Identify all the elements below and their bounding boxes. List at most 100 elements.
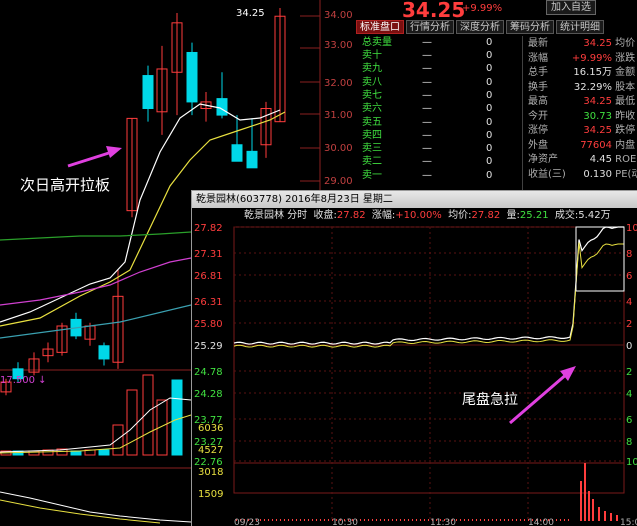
info-qty: 25.21 — [519, 210, 549, 221]
vol-ma-line — [0, 414, 192, 454]
volume-tick: 1509 — [198, 489, 223, 500]
volume-bar — [424, 519, 425, 521]
pct-tick: 2 — [626, 319, 632, 330]
stat-row: 涨幅 +9.99% 涨跌 — [528, 52, 636, 64]
tab-depth-analysis[interactable]: 深度分析 — [456, 20, 504, 34]
volume-bar — [126, 389, 138, 456]
order-book-row: 卖十 —0 — [362, 50, 493, 61]
volume-bar — [268, 519, 269, 521]
tab-chip-analysis[interactable]: 筹码分析 — [506, 20, 554, 34]
info-chg: +10.00% — [395, 210, 442, 221]
volume-bar — [500, 519, 501, 521]
annotation-arrow-head — [106, 146, 122, 158]
volume-bar — [276, 519, 277, 521]
info-close: 27.82 — [336, 210, 366, 221]
volume-tick: 3018 — [198, 467, 223, 478]
candle-down — [186, 51, 198, 103]
volume-bar — [484, 519, 485, 521]
stat-row: 净资产 4.45 ROE — [528, 154, 637, 165]
limit-up-box — [575, 226, 625, 292]
order-book-row: 卖四 —0 — [362, 129, 493, 141]
stat-row: 换手 32.29% 股本 — [528, 81, 636, 93]
volume-bar — [364, 519, 365, 521]
volume-bar — [292, 519, 293, 521]
volume-bar — [380, 519, 381, 521]
ma60-line — [0, 231, 192, 241]
volume-bar — [604, 511, 606, 521]
volume-bar — [288, 519, 289, 521]
ma20-line — [0, 257, 192, 306]
quote-panel: 34.25 +9.99% 加入自选 标准盘口 行情分析 深度分析 筹码分析 统计… — [356, 0, 637, 190]
volume-bar — [568, 519, 569, 521]
order-book-row: 卖二 —0 — [362, 156, 493, 168]
volume-bar — [584, 463, 586, 521]
candle-down — [98, 345, 110, 360]
order-book-row: 卖七 —0 — [362, 89, 493, 101]
pct-tick: 8 — [626, 437, 632, 448]
volume-bar — [456, 519, 457, 521]
tab-standard[interactable]: 标准盘口 — [356, 20, 404, 34]
info-close-label: 收盘: — [313, 210, 337, 221]
volume-bar — [564, 519, 565, 521]
pct-tick: 10 — [626, 457, 637, 468]
order-book-row: 卖一 —0 — [362, 169, 493, 181]
volume-bar — [400, 519, 401, 521]
volume-bar — [396, 519, 397, 521]
intraday-chart: 27.82 10 27.31 8 26.81 6 26.31 4 25.80 2 25.29 0 24.… — [194, 223, 637, 526]
tab-market-analysis[interactable]: 行情分析 — [406, 20, 454, 34]
volume-bar — [408, 519, 409, 521]
volume-bar — [328, 519, 329, 521]
volume-bar — [98, 449, 110, 456]
volume-bar — [504, 519, 505, 521]
order-book-row: 卖八 —0 — [362, 76, 493, 88]
order-book-row: 卖九 —0 — [362, 63, 493, 75]
info-vol: 5.42万 — [578, 210, 611, 221]
window-title: 乾景园林(603778) 2016年8月23日 星期二 — [192, 191, 637, 208]
volume-tick: 6036 — [198, 423, 223, 434]
annotation-next-day-limit-up: 次日高开拉板 — [20, 176, 111, 194]
candle-down — [231, 144, 243, 162]
volume-bar — [264, 519, 265, 521]
volume-bar — [560, 519, 561, 521]
stat-row: 最新 34.25 均价 — [528, 38, 636, 49]
pct-tick: 0 — [626, 341, 632, 352]
volume-bar — [384, 519, 385, 521]
volume-bar — [580, 481, 582, 521]
vol-ma-line — [0, 397, 192, 453]
stat-row: 外盘 77604 内盘 — [528, 139, 636, 151]
signal-line — [0, 499, 161, 524]
stat-row: 收益(三) 0.130 PE(动 — [528, 168, 637, 180]
add-watchlist-button[interactable]: 加入自选 — [546, 0, 596, 15]
price-tick: 25.80 — [194, 319, 223, 330]
price-tick: 27.82 — [194, 223, 223, 234]
volume-bar — [296, 519, 297, 521]
volume-bar — [416, 519, 417, 521]
volume-bar — [324, 519, 325, 521]
info-avg-label: 均价: — [448, 210, 472, 221]
tab-statistics[interactable]: 统计明细 — [556, 20, 604, 34]
volume-bar — [420, 519, 421, 521]
price-tick: 31.00 — [324, 110, 353, 121]
price-line — [233, 226, 625, 345]
volume-bar — [468, 519, 469, 521]
price-tick: 30.00 — [324, 143, 353, 154]
stat-row: 今开 30.73 昨收 — [528, 110, 636, 122]
price-tick: 26.81 — [194, 271, 223, 282]
volume-bar — [272, 519, 273, 521]
volume-bar — [308, 519, 309, 521]
volume-bar — [284, 519, 285, 521]
avg-line — [233, 242, 625, 348]
volume-bar — [588, 491, 590, 521]
volume-bar — [372, 519, 373, 521]
annotation-late-surge: 尾盘急拉 — [462, 392, 518, 408]
volume-bar — [488, 519, 489, 521]
pct-tick: 8 — [626, 249, 632, 260]
volume-bar — [512, 519, 513, 521]
volume-bar — [412, 519, 413, 521]
price-tick: 33.00 — [324, 40, 353, 51]
pct-tick: 4 — [626, 297, 632, 308]
order-book-row: 总卖量 —0 — [362, 37, 493, 48]
price-tick: 26.31 — [194, 297, 223, 308]
price-tick: 29.00 — [324, 176, 353, 187]
volume-bar — [388, 519, 389, 521]
